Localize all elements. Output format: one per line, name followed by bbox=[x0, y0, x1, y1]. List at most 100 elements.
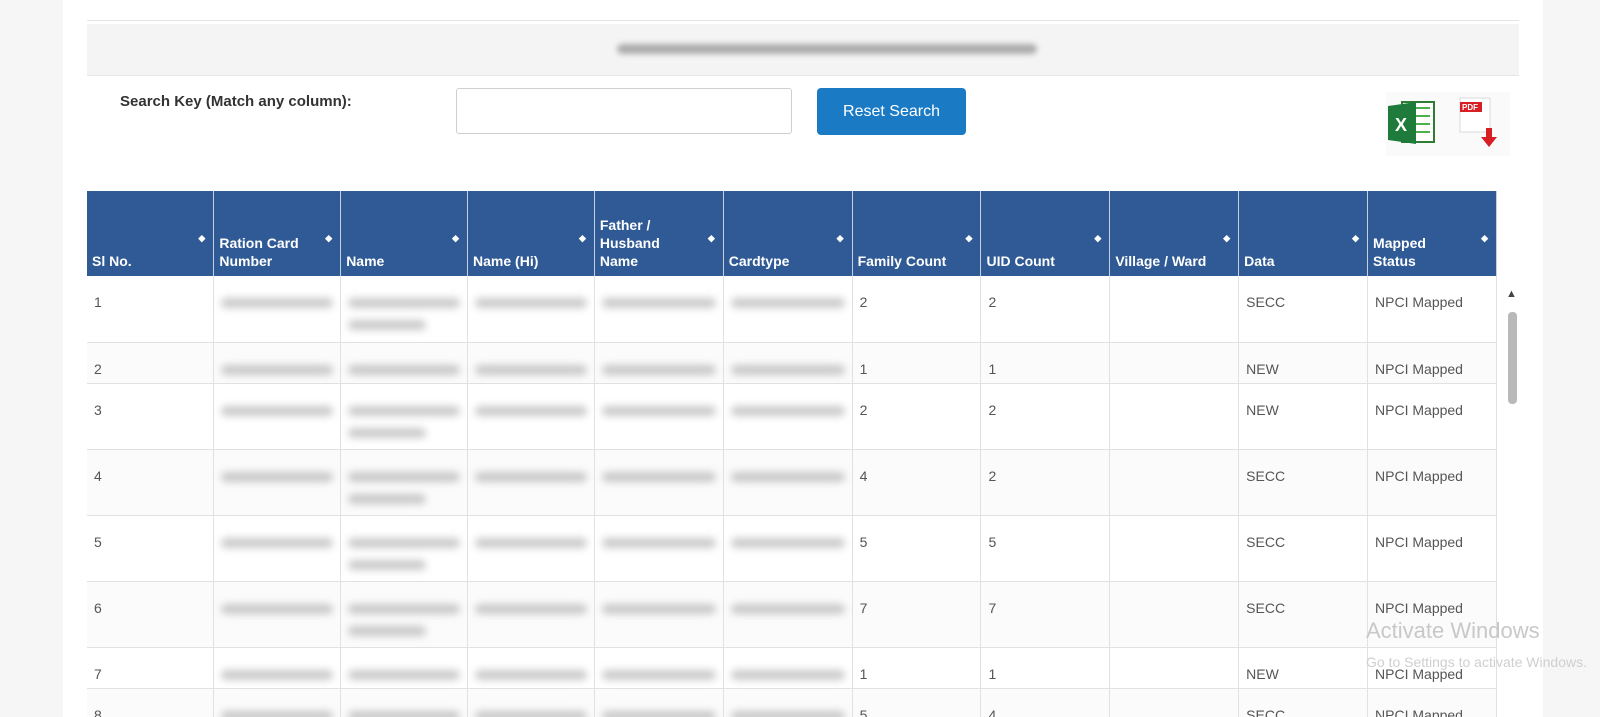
ration-card-table: Sl No. ◆ Ration Card Number ◆ Name ◆ Name (… bbox=[87, 191, 1497, 717]
scrollbar-thumb[interactable] bbox=[1508, 312, 1517, 404]
cell-name bbox=[340, 383, 469, 450]
cell-family-count: 7 bbox=[852, 581, 982, 648]
excel-export-icon[interactable]: X bbox=[1386, 96, 1438, 148]
sort-icon[interactable]: ◆ bbox=[452, 229, 459, 247]
sort-icon[interactable]: ◆ bbox=[198, 229, 205, 247]
table-body: 1 2 2 SECC NPCI Mapped 2 1 1 NEW NPCI Mapped 3 2 2 NE… bbox=[87, 276, 1497, 717]
cell-uid-count: 1 bbox=[980, 647, 1111, 689]
cell-name-hi bbox=[467, 276, 595, 343]
table-scrollbar[interactable]: ▲ bbox=[1504, 288, 1520, 708]
cell-cardtype bbox=[723, 581, 853, 648]
column-header-family-count[interactable]: Family Count ◆ bbox=[852, 191, 982, 276]
redacted-text bbox=[601, 537, 716, 548]
cell-name-hi bbox=[467, 581, 595, 648]
table-row[interactable]: 6 7 7 SECC NPCI Mapped bbox=[87, 581, 1497, 648]
redacted-text bbox=[221, 471, 334, 482]
cell-mapped-status: NPCI Mapped bbox=[1367, 276, 1497, 343]
sort-icon[interactable]: ◆ bbox=[579, 229, 586, 247]
redacted-text bbox=[475, 669, 587, 680]
cell-data: SECC bbox=[1238, 276, 1369, 343]
cell-uid-count: 2 bbox=[980, 276, 1111, 343]
redacted-text bbox=[221, 298, 334, 308]
reset-search-button[interactable]: Reset Search bbox=[817, 88, 966, 135]
cell-cardtype bbox=[723, 342, 853, 384]
column-header-name[interactable]: Name ◆ bbox=[340, 191, 469, 276]
column-header-data[interactable]: Data ◆ bbox=[1238, 191, 1369, 276]
column-header-uid-count[interactable]: UID Count ◆ bbox=[980, 191, 1111, 276]
cell-data: SECC bbox=[1238, 449, 1369, 516]
table-row[interactable]: 4 4 2 SECC NPCI Mapped bbox=[87, 449, 1497, 516]
table-row[interactable]: 1 2 2 SECC NPCI Mapped bbox=[87, 276, 1497, 343]
redacted-text bbox=[348, 559, 427, 570]
cell-name bbox=[340, 515, 469, 582]
sort-icon[interactable]: ◆ bbox=[837, 229, 844, 247]
column-header-father-husband-name[interactable]: Father / Husband Name ◆ bbox=[594, 191, 724, 276]
column-header-village-ward[interactable]: Village / Ward ◆ bbox=[1109, 191, 1240, 276]
sort-icon[interactable]: ◆ bbox=[1223, 229, 1230, 247]
redacted-text bbox=[601, 405, 716, 416]
redacted-text bbox=[601, 669, 716, 680]
cell-sl-no: 8 bbox=[87, 688, 215, 717]
cell-ration-card-number bbox=[213, 276, 342, 343]
redacted-text bbox=[601, 471, 716, 482]
redacted-text bbox=[348, 298, 461, 308]
cell-cardtype bbox=[723, 647, 853, 689]
cell-village-ward bbox=[1109, 342, 1240, 384]
cell-mapped-status: NPCI Mapped bbox=[1367, 515, 1497, 582]
cell-village-ward bbox=[1109, 581, 1240, 648]
redacted-text bbox=[730, 669, 845, 680]
column-header-name-hi[interactable]: Name (Hi) ◆ bbox=[467, 191, 595, 276]
cell-mapped-status: NPCI Mapped bbox=[1367, 383, 1497, 450]
table-row[interactable]: 2 1 1 NEW NPCI Mapped bbox=[87, 342, 1497, 384]
sort-icon[interactable]: ◆ bbox=[708, 229, 715, 247]
redacted-text bbox=[475, 603, 587, 614]
cell-name bbox=[340, 581, 469, 648]
redacted-text bbox=[348, 537, 461, 548]
scroll-up-arrow-icon[interactable]: ▲ bbox=[1506, 288, 1517, 300]
cell-family-count: 4 bbox=[852, 449, 982, 516]
redacted-text bbox=[475, 298, 587, 308]
cell-family-count: 2 bbox=[852, 383, 982, 450]
cell-cardtype bbox=[723, 688, 853, 717]
sort-icon[interactable]: ◆ bbox=[325, 229, 332, 247]
redacted-text bbox=[475, 537, 587, 548]
table-row[interactable]: 3 2 2 NEW NPCI Mapped bbox=[87, 383, 1497, 450]
sort-icon[interactable]: ◆ bbox=[1094, 229, 1101, 247]
table-row[interactable]: 8 5 4 SECC NPCI Mapped bbox=[87, 688, 1497, 717]
cell-family-count: 1 bbox=[852, 647, 982, 689]
redacted-text bbox=[730, 405, 845, 416]
table-row[interactable]: 7 1 1 NEW NPCI Mapped bbox=[87, 647, 1497, 689]
redacted-text bbox=[221, 537, 334, 548]
cell-father-husband-name bbox=[594, 515, 724, 582]
cell-sl-no: 6 bbox=[87, 581, 215, 648]
cell-data: SECC bbox=[1238, 688, 1369, 717]
svg-text:X: X bbox=[1395, 115, 1407, 135]
column-header-ration-card-number[interactable]: Ration Card Number ◆ bbox=[213, 191, 342, 276]
column-header-mapped-status[interactable]: Mapped Status ◆ bbox=[1367, 191, 1497, 276]
cell-name bbox=[340, 449, 469, 516]
cell-cardtype bbox=[723, 515, 853, 582]
sort-icon[interactable]: ◆ bbox=[1352, 229, 1359, 247]
table-row[interactable]: 5 5 5 SECC NPCI Mapped bbox=[87, 515, 1497, 582]
table-header-row: Sl No. ◆ Ration Card Number ◆ Name ◆ Name (… bbox=[87, 191, 1497, 276]
cell-name bbox=[340, 688, 469, 717]
cell-ration-card-number bbox=[213, 647, 342, 689]
redacted-text bbox=[730, 298, 845, 308]
cell-father-husband-name bbox=[594, 276, 724, 343]
redacted-text bbox=[730, 710, 845, 717]
cell-father-husband-name bbox=[594, 688, 724, 717]
activate-windows-subtext: Go to Settings to activate Windows. bbox=[1366, 654, 1587, 670]
sort-icon[interactable]: ◆ bbox=[966, 229, 973, 247]
search-input[interactable] bbox=[456, 88, 792, 134]
cell-data: NEW bbox=[1238, 383, 1369, 450]
cell-village-ward bbox=[1109, 449, 1240, 516]
column-header-sl-no[interactable]: Sl No. ◆ bbox=[87, 191, 215, 276]
cell-ration-card-number bbox=[213, 383, 342, 450]
cell-father-husband-name bbox=[594, 449, 724, 516]
cell-uid-count: 4 bbox=[980, 688, 1111, 717]
sort-icon[interactable]: ◆ bbox=[1481, 229, 1488, 247]
cell-name bbox=[340, 276, 469, 343]
pdf-export-icon[interactable]: PDF bbox=[1456, 94, 1502, 150]
page-title-blurred bbox=[617, 44, 1037, 54]
column-header-cardtype[interactable]: Cardtype ◆ bbox=[723, 191, 853, 276]
